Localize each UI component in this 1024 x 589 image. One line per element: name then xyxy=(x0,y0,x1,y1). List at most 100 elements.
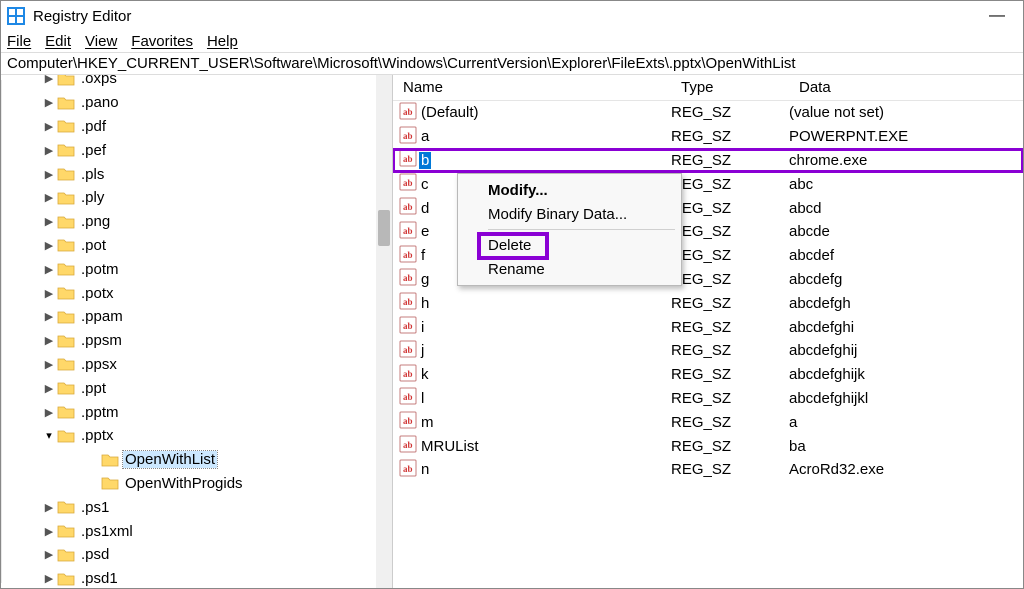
string-value-icon xyxy=(399,149,421,171)
string-value-icon xyxy=(399,411,421,433)
string-value-icon xyxy=(399,387,421,409)
value-data: abcdefghijk xyxy=(789,366,1023,383)
value-name: a xyxy=(421,128,429,145)
value-type: REG_SZ xyxy=(671,461,789,478)
tree-item[interactable]: ▶.ps1 xyxy=(11,495,376,519)
tree-item[interactable]: ▶.oxps xyxy=(11,75,376,91)
string-value-icon xyxy=(399,221,421,243)
string-value-icon xyxy=(399,173,421,195)
tree-item[interactable]: ▶.pdf xyxy=(11,115,376,139)
scrollbar-thumb[interactable] xyxy=(378,210,390,246)
tree-item[interactable]: ▶.ppsx xyxy=(11,353,376,377)
value-type: REG_SZ xyxy=(671,438,789,455)
col-header-type[interactable]: Type xyxy=(671,79,789,96)
value-type: REG_SZ xyxy=(671,271,789,288)
list-row[interactable]: (Default)REG_SZ(value not set) xyxy=(393,101,1023,125)
list-row[interactable]: MRUListREG_SZba xyxy=(393,434,1023,458)
tree-item[interactable]: ▶.ply xyxy=(11,186,376,210)
tree-item[interactable]: ▶.pano xyxy=(11,91,376,115)
menu-edit[interactable]: Edit xyxy=(45,33,71,50)
list-row[interactable]: nREG_SZAcroRd32.exe xyxy=(393,458,1023,482)
tree-item-label: .ps1xml xyxy=(79,523,135,540)
value-data: (value not set) xyxy=(789,104,1023,121)
menubar: File Edit View Favorites Help xyxy=(1,31,1023,52)
string-value-icon xyxy=(399,126,421,148)
list-row[interactable]: kREG_SZabcdefghijk xyxy=(393,363,1023,387)
string-value-icon xyxy=(399,245,421,267)
value-name: h xyxy=(421,295,429,312)
string-value-icon xyxy=(399,316,421,338)
menu-help[interactable]: Help xyxy=(207,33,238,50)
tree-item[interactable]: ▶.potx xyxy=(11,281,376,305)
context-menu: Modify...Modify Binary Data... DeleteRena… xyxy=(457,173,682,286)
tree-item[interactable]: ▶.ppsm xyxy=(11,329,376,353)
value-name: k xyxy=(421,366,429,383)
tree-item[interactable]: ▾.pptx xyxy=(11,424,376,448)
menu-view[interactable]: View xyxy=(85,33,117,50)
tree-item-label: .ppsx xyxy=(79,356,119,373)
value-name: b xyxy=(419,152,431,169)
tree-item[interactable]: OpenWithProgids xyxy=(11,472,376,496)
value-data: POWERPNT.EXE xyxy=(789,128,1023,145)
list-row[interactable]: bREG_SZchrome.exe xyxy=(393,149,1023,173)
tree-item[interactable]: ▶.png xyxy=(11,210,376,234)
list-row[interactable]: mREG_SZa xyxy=(393,410,1023,434)
tree-item[interactable]: ▶.ppam xyxy=(11,305,376,329)
value-type: REG_SZ xyxy=(671,200,789,217)
menu-file[interactable]: File xyxy=(7,33,31,50)
value-type: REG_SZ xyxy=(671,247,789,264)
value-name: j xyxy=(421,342,424,359)
tree-item-label: .pls xyxy=(79,166,106,183)
minimize-button[interactable]: — xyxy=(977,7,1017,25)
value-data: a xyxy=(789,414,1023,431)
tree-item-label: .pptx xyxy=(79,427,116,444)
value-type: REG_SZ xyxy=(671,342,789,359)
value-data: ba xyxy=(789,438,1023,455)
address-bar[interactable]: Computer\HKEY_CURRENT_USER\Software\Micr… xyxy=(1,52,1023,75)
value-name: l xyxy=(421,390,424,407)
tree-item-label: .pano xyxy=(79,94,121,111)
value-name: m xyxy=(421,414,434,431)
tree-item[interactable]: ▶.ppt xyxy=(11,376,376,400)
tree-item[interactable]: OpenWithList xyxy=(11,448,376,472)
context-menu-item[interactable]: Delete xyxy=(460,233,679,257)
col-header-name[interactable]: Name xyxy=(393,79,671,96)
tree-item-label: .ps1 xyxy=(79,499,111,516)
tree-pane: ▶.oxps▶.pano▶.pdf▶.pef▶.pls▶.ply▶.png▶.p… xyxy=(1,75,393,588)
col-header-data[interactable]: Data xyxy=(789,79,1023,96)
tree-scrollbar[interactable] xyxy=(376,75,392,588)
list-row[interactable]: i REG_SZabcdefghi xyxy=(393,315,1023,339)
tree-item-label: .potm xyxy=(79,261,121,278)
context-menu-item[interactable]: Rename xyxy=(460,257,679,281)
tree-item-label: .ppam xyxy=(79,308,125,325)
string-value-icon xyxy=(399,268,421,290)
tree-item[interactable]: ▶.potm xyxy=(11,257,376,281)
value-type: REG_SZ xyxy=(671,176,789,193)
string-value-icon xyxy=(399,340,421,362)
list-row[interactable]: hREG_SZabcdefgh xyxy=(393,291,1023,315)
tree-item[interactable]: ▶.pls xyxy=(11,162,376,186)
value-type: REG_SZ xyxy=(671,390,789,407)
tree-item[interactable]: ▶.pef xyxy=(11,138,376,162)
value-name: f xyxy=(421,247,425,264)
list-row[interactable]: jREG_SZabcdefghij xyxy=(393,339,1023,363)
tree-item[interactable]: ▶.pot xyxy=(11,234,376,258)
tree-item[interactable]: ▶.pptm xyxy=(11,400,376,424)
tree-item[interactable]: ▶.psd xyxy=(11,543,376,567)
tree-item[interactable]: ▶.ps1xml xyxy=(11,519,376,543)
value-name: c xyxy=(421,176,429,193)
list-row[interactable]: aREG_SZPOWERPNT.EXE xyxy=(393,125,1023,149)
value-data: abcde xyxy=(789,223,1023,240)
value-data: abc xyxy=(789,176,1023,193)
context-menu-item[interactable]: Modify Binary Data... xyxy=(460,202,679,226)
tree-item-label: .pdf xyxy=(79,118,108,135)
menu-favorites[interactable]: Favorites xyxy=(131,33,193,50)
tree-item[interactable]: ▶.psd1 xyxy=(11,567,376,588)
value-name: i xyxy=(421,319,424,336)
tree-item-label: .psd xyxy=(79,546,111,563)
value-type: REG_SZ xyxy=(671,319,789,336)
tree-item-label: .png xyxy=(79,213,112,230)
list-row[interactable]: lREG_SZabcdefghijkl xyxy=(393,387,1023,411)
context-menu-item[interactable]: Modify... xyxy=(460,178,679,202)
value-data: abcdefghi xyxy=(789,319,1023,336)
